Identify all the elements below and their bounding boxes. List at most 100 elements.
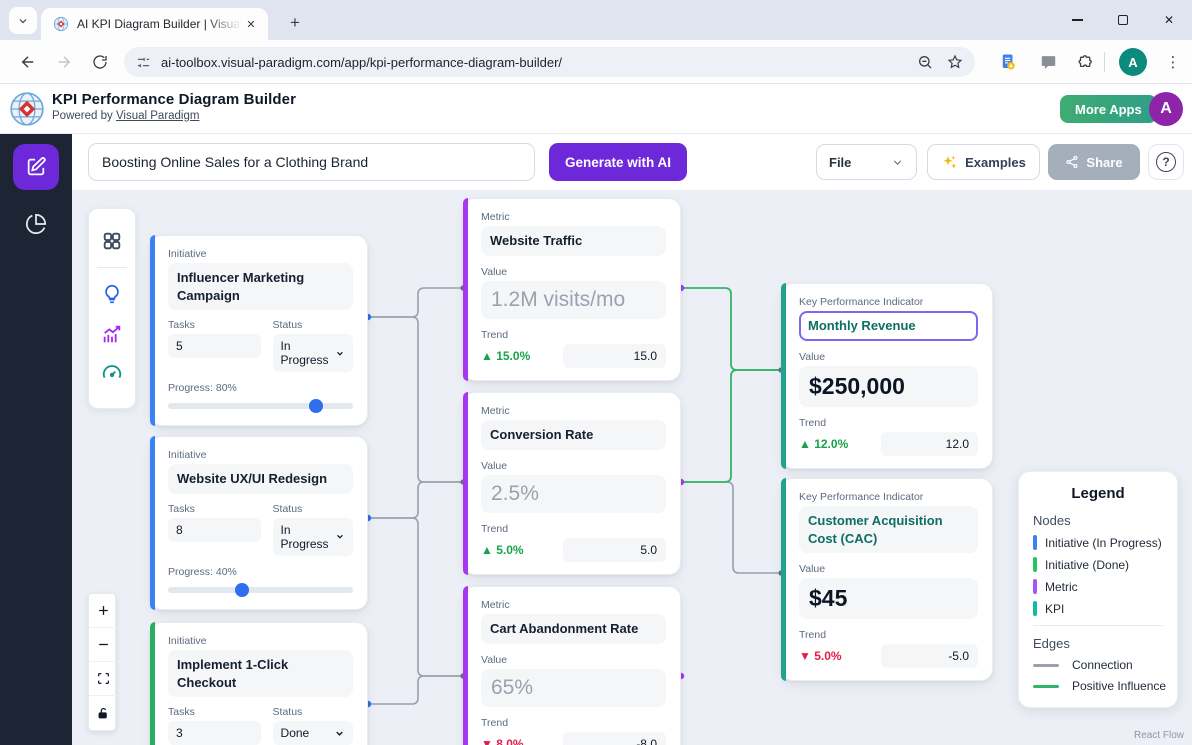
- node-title[interactable]: Website UX/UI Redesign: [168, 464, 353, 494]
- layout-tool-button[interactable]: [100, 229, 124, 253]
- initiative-node-website-redesign[interactable]: Initiative Website UX/UI Redesign Tasks …: [150, 436, 368, 610]
- legend-title: Legend: [1033, 485, 1163, 502]
- add-kpi-button[interactable]: [100, 362, 124, 386]
- visual-paradigm-link[interactable]: Visual Paradigm: [116, 110, 200, 122]
- chevron-down-icon: [334, 728, 345, 739]
- lock-button[interactable]: [89, 696, 117, 730]
- node-type-stripe: [150, 622, 155, 745]
- zoom-out-button[interactable]: [917, 54, 933, 70]
- value-label: Value: [481, 654, 666, 666]
- kpi-value[interactable]: $250,000: [799, 366, 978, 407]
- zoom-in-button[interactable]: [89, 594, 117, 628]
- trend-value-field[interactable]: 5.0: [563, 538, 666, 562]
- palette-divider: [97, 267, 127, 268]
- tasks-value[interactable]: 8: [168, 518, 261, 542]
- minimize-icon: [1072, 19, 1083, 20]
- close-button[interactable]: ✕: [1146, 0, 1192, 40]
- progress-slider[interactable]: [168, 403, 353, 409]
- node-title[interactable]: Implement 1-Click Checkout: [168, 650, 353, 697]
- pie-chart-icon: [25, 213, 47, 235]
- reload-button[interactable]: [86, 48, 114, 76]
- trend-value-field[interactable]: 12.0: [881, 432, 978, 456]
- node-type-stripe: [463, 392, 468, 575]
- prompt-input[interactable]: [88, 143, 535, 181]
- zoom-out-icon: [917, 54, 933, 70]
- maximize-button[interactable]: [1100, 0, 1146, 40]
- metric-node-conversion-rate[interactable]: Metric Conversion Rate Value 2.5% Trend …: [463, 392, 681, 575]
- examples-button[interactable]: Examples: [927, 144, 1040, 180]
- react-flow-attribution[interactable]: React Flow: [1130, 729, 1188, 742]
- status-select[interactable]: In Progress: [273, 518, 353, 556]
- bookmark-button[interactable]: [947, 54, 963, 70]
- tasks-label: Tasks: [168, 503, 261, 515]
- new-tab-button[interactable]: +: [281, 9, 309, 37]
- legend-divider: [1033, 625, 1163, 626]
- tab-close-icon[interactable]: ✕: [242, 15, 260, 33]
- trend-value-field[interactable]: 15.0: [563, 344, 666, 368]
- browser-tab-strip: AI KPI Diagram Builder | Visuali ✕ + ✕: [0, 0, 1192, 40]
- help-button[interactable]: ?: [1148, 144, 1184, 180]
- node-title[interactable]: Cart Abandonment Rate: [481, 614, 666, 644]
- extensions-button[interactable]: [1072, 49, 1098, 75]
- metric-value[interactable]: 1.2M visits/mo: [481, 281, 666, 319]
- status-select[interactable]: In Progress: [273, 334, 353, 372]
- file-menu-button[interactable]: File: [816, 144, 917, 180]
- browser-menu-button[interactable]: ⋮: [1160, 48, 1186, 76]
- url-bar[interactable]: ai-toolbox.visual-paradigm.com/app/kpi-p…: [124, 47, 975, 77]
- tab-search-button[interactable]: [9, 7, 37, 34]
- tasks-value[interactable]: 3: [168, 721, 261, 745]
- comment-button[interactable]: [1035, 49, 1061, 75]
- star-icon: [947, 54, 963, 70]
- site-settings-icon[interactable]: [136, 55, 151, 70]
- legend-item: Initiative (In Progress): [1033, 535, 1163, 550]
- status-select[interactable]: Done: [273, 721, 353, 745]
- docs-offline-button[interactable]: [995, 49, 1021, 75]
- metric-node-website-traffic[interactable]: Metric Website Traffic Value 1.2M visits…: [463, 198, 681, 381]
- more-apps-button[interactable]: More Apps: [1060, 95, 1157, 123]
- kpi-value[interactable]: $45: [799, 578, 978, 619]
- node-title[interactable]: Influencer Marketing Campaign: [168, 263, 353, 310]
- sidebar-analytics-button[interactable]: [24, 212, 48, 236]
- kpi-title-input[interactable]: Customer Acquisition Cost (CAC): [799, 506, 978, 553]
- slider-thumb[interactable]: [309, 399, 323, 413]
- add-metric-button[interactable]: [100, 322, 124, 346]
- initiative-node-influencer-marketing[interactable]: Initiative Influencer Marketing Campaign…: [150, 235, 368, 426]
- minimize-button[interactable]: [1054, 0, 1100, 40]
- metric-node-cart-abandonment[interactable]: Metric Cart Abandonment Rate Value 65% T…: [463, 586, 681, 745]
- lightbulb-icon: [101, 283, 123, 305]
- node-title[interactable]: Website Traffic: [481, 226, 666, 256]
- value-label: Value: [481, 266, 666, 278]
- status-label: Status: [273, 706, 353, 718]
- legend-edges-label: Edges: [1033, 636, 1163, 651]
- kpi-node-monthly-revenue[interactable]: Key Performance Indicator Monthly Revenu…: [781, 283, 993, 469]
- generate-with-ai-button[interactable]: Generate with AI: [549, 143, 687, 181]
- node-type-label: Initiative: [168, 248, 353, 260]
- share-icon: [1065, 155, 1079, 169]
- back-button[interactable]: [14, 48, 42, 76]
- zoom-out-button-canvas[interactable]: [89, 628, 117, 662]
- sidebar-editor-button[interactable]: [13, 144, 59, 190]
- user-avatar[interactable]: A: [1149, 92, 1183, 126]
- trend-value-field[interactable]: -8.0: [563, 732, 666, 745]
- toolbar-separator: [1104, 52, 1105, 72]
- add-initiative-button[interactable]: [100, 282, 124, 306]
- forward-button[interactable]: [50, 48, 78, 76]
- diagram-canvas[interactable]: Initiative Influencer Marketing Campaign…: [72, 190, 1192, 745]
- fit-view-button[interactable]: [89, 662, 117, 696]
- slider-thumb[interactable]: [235, 583, 249, 597]
- initiative-node-one-click-checkout[interactable]: Initiative Implement 1-Click Checkout Ta…: [150, 622, 368, 745]
- metric-value[interactable]: 2.5%: [481, 475, 666, 513]
- progress-slider[interactable]: [168, 587, 353, 593]
- trend-value-field[interactable]: -5.0: [881, 644, 978, 668]
- browser-profile-avatar[interactable]: A: [1119, 48, 1147, 76]
- trend-percent: ▲ 12.0%: [799, 437, 871, 451]
- kpi-node-customer-acquisition-cost[interactable]: Key Performance Indicator Customer Acqui…: [781, 478, 993, 681]
- tasks-value[interactable]: 5: [168, 334, 261, 358]
- share-button[interactable]: Share: [1048, 144, 1140, 180]
- chevron-down-icon: [335, 531, 345, 542]
- kpi-title-input[interactable]: Monthly Revenue: [799, 311, 978, 341]
- forward-arrow-icon: [55, 53, 73, 71]
- node-title[interactable]: Conversion Rate: [481, 420, 666, 450]
- metric-value[interactable]: 65%: [481, 669, 666, 707]
- browser-tab[interactable]: AI KPI Diagram Builder | Visuali ✕: [41, 8, 268, 40]
